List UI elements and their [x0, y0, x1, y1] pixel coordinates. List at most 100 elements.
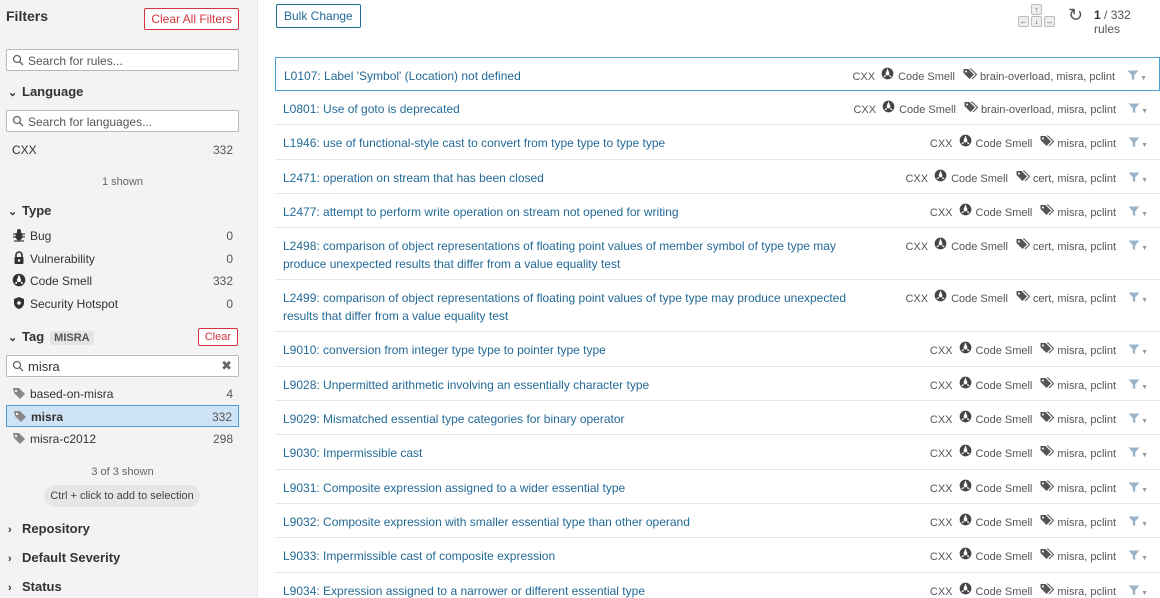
rule-row[interactable]: L2498: comparison of object representati…	[275, 228, 1160, 280]
shield-icon	[14, 297, 24, 309]
similar-rules-filter[interactable]: ▼	[1116, 482, 1148, 496]
tag-item-based-on-misra[interactable]: based-on-misra 4	[6, 383, 239, 405]
facet-item-count: 332	[212, 274, 233, 288]
type-item-security-hotspot[interactable]: Security Hotspot 0	[6, 293, 239, 315]
rule-row[interactable]: L9033: Impermissible cast of composite e…	[275, 538, 1160, 573]
rule-tags[interactable]: misra, pclint	[1057, 414, 1116, 426]
rule-row[interactable]: L0107: Label 'Symbol' (Location) not def…	[275, 57, 1160, 91]
rule-row[interactable]: L9029: Mismatched essential type categor…	[275, 401, 1160, 435]
caret-down-icon: ▼	[1141, 210, 1148, 218]
type-item-vulnerability[interactable]: Vulnerability 0	[6, 248, 239, 270]
rule-tags[interactable]: misra, pclint	[1057, 517, 1116, 529]
rule-tags[interactable]: cert, misra, pclint	[1033, 241, 1116, 253]
facet-title: Status	[22, 579, 62, 594]
rule-title-link[interactable]: L9031: Composite expression assigned to …	[283, 479, 873, 497]
clear-all-filters-button[interactable]: Clear All Filters	[144, 8, 239, 30]
rule-tags[interactable]: cert, misra, pclint	[1033, 173, 1116, 185]
filter-icon	[1128, 516, 1140, 527]
rule-title-link[interactable]: L2498: comparison of object representati…	[283, 237, 873, 273]
similar-rules-filter[interactable]: ▼	[1116, 516, 1148, 530]
caret-down-icon: ▼	[1141, 520, 1148, 528]
rule-title-link[interactable]: L0801: Use of goto is deprecated	[283, 100, 873, 118]
rule-tags[interactable]: misra, pclint	[1057, 586, 1116, 598]
rule-search-input[interactable]: Search for rules...	[6, 49, 239, 71]
type-facet-header[interactable]: ⌄ Type	[8, 203, 51, 218]
rule-tags[interactable]: misra, pclint	[1057, 138, 1116, 150]
reload-icon[interactable]: ↻	[1068, 5, 1083, 26]
similar-rules-filter[interactable]: ▼	[1116, 137, 1148, 151]
rule-title-link[interactable]: L2499: comparison of object representati…	[283, 289, 873, 325]
rule-row[interactable]: L0801: Use of goto is deprecated CXX Code …	[275, 91, 1160, 125]
default-severity-facet-header[interactable]: › Default Severity	[8, 550, 120, 565]
rule-title-link[interactable]: L9033: Impermissible cast of composite e…	[283, 547, 873, 565]
facet-item-label: Vulnerability	[30, 252, 95, 266]
rule-row[interactable]: L9028: Unpermitted arithmetic involving …	[275, 367, 1160, 401]
rule-title-link[interactable]: L1946: use of functional-style cast to c…	[283, 134, 873, 152]
rule-tags[interactable]: misra, pclint	[1057, 345, 1116, 357]
rule-type: Code Smell	[951, 293, 1008, 306]
tag-facet-title: Tag	[22, 329, 45, 344]
rule-tags[interactable]: brain-overload, misra, pclint	[980, 71, 1115, 83]
similar-rules-filter[interactable]: ▼	[1116, 585, 1148, 598]
rule-tags[interactable]: misra, pclint	[1057, 551, 1116, 563]
type-item-code-smell[interactable]: Code Smell 332	[6, 270, 239, 292]
similar-rules-filter[interactable]: ▼	[1116, 172, 1148, 186]
tags-icon	[1016, 238, 1031, 250]
bulk-change-button[interactable]: Bulk Change	[276, 4, 361, 28]
similar-rules-filter[interactable]: ▼	[1116, 206, 1148, 220]
language-facet-title: Language	[22, 84, 84, 99]
similar-rules-filter[interactable]: ▼	[1116, 413, 1148, 427]
similar-rules-filter[interactable]: ▼	[1116, 550, 1148, 564]
rule-row[interactable]: L1946: use of functional-style cast to c…	[275, 125, 1160, 160]
type-item-bug[interactable]: Bug 0	[6, 225, 239, 247]
keyboard-nav-hint: ↑ ← ↓ →	[1018, 4, 1056, 28]
rule-meta: CXX Code Smell misra, pclint ▼	[930, 341, 1148, 357]
tag-facet-header[interactable]: ⌄ Tag MISRA	[8, 329, 94, 345]
clear-tag-button[interactable]: Clear	[197, 328, 238, 346]
rule-tags[interactable]: brain-overload, misra, pclint	[981, 104, 1116, 116]
language-item-cxx[interactable]: CXX 332	[6, 139, 239, 161]
rule-row[interactable]: L2477: attempt to perform write operatio…	[275, 194, 1160, 228]
rule-title-link[interactable]: L9032: Composite expression with smaller…	[283, 513, 873, 531]
similar-rules-filter[interactable]: ▼	[1116, 447, 1148, 461]
rule-row[interactable]: L2471: operation on stream that has been…	[275, 160, 1160, 194]
rule-meta: CXX Code Smell cert, misra, pclint ▼	[905, 169, 1148, 185]
rule-title-link[interactable]: L0107: Label 'Symbol' (Location) not def…	[284, 67, 874, 85]
rule-tags[interactable]: misra, pclint	[1057, 483, 1116, 495]
language-facet-header[interactable]: ⌄ Language	[8, 84, 83, 99]
facet-item-label: misra-c2012	[30, 432, 97, 446]
rule-row[interactable]: L9010: conversion from integer type type…	[275, 332, 1160, 367]
repository-facet-header[interactable]: › Repository	[8, 521, 90, 536]
similar-rules-filter[interactable]: ▼	[1115, 70, 1147, 84]
rule-title-link[interactable]: L2471: operation on stream that has been…	[283, 169, 873, 187]
similar-rules-filter[interactable]: ▼	[1116, 103, 1148, 117]
rule-title-link[interactable]: L9034: Expression assigned to a narrower…	[283, 582, 873, 598]
rule-title-link[interactable]: L9029: Mismatched essential type categor…	[283, 410, 873, 428]
clear-search-icon[interactable]: ✖	[221, 358, 232, 374]
filter-icon	[1128, 240, 1140, 251]
rule-tags[interactable]: misra, pclint	[1057, 207, 1116, 219]
rule-row[interactable]: L9031: Composite expression assigned to …	[275, 470, 1160, 504]
similar-rules-filter[interactable]: ▼	[1116, 379, 1148, 393]
tag-item-misra-c2012[interactable]: misra-c2012 298	[6, 428, 239, 450]
rule-language: CXX	[929, 517, 953, 530]
caret-down-icon: ▼	[1141, 554, 1148, 562]
rule-title-link[interactable]: L9028: Unpermitted arithmetic involving …	[283, 376, 873, 394]
rule-tags[interactable]: misra, pclint	[1057, 448, 1116, 460]
status-facet-header[interactable]: › Status	[8, 579, 62, 594]
rule-title-link[interactable]: L9030: Impermissible cast	[283, 444, 873, 462]
rule-title-link[interactable]: L9010: conversion from integer type type…	[283, 341, 873, 359]
rule-row[interactable]: L9034: Expression assigned to a narrower…	[275, 573, 1160, 598]
similar-rules-filter[interactable]: ▼	[1116, 344, 1148, 358]
rule-tags[interactable]: misra, pclint	[1057, 380, 1116, 392]
tag-search-input[interactable]: misra ✖	[6, 355, 239, 377]
similar-rules-filter[interactable]: ▼	[1116, 240, 1148, 254]
rule-row[interactable]: L9030: Impermissible cast CXX Code Smell mi…	[275, 435, 1160, 470]
similar-rules-filter[interactable]: ▼	[1116, 292, 1148, 306]
rule-title-link[interactable]: L2477: attempt to perform write operatio…	[283, 203, 873, 221]
rule-row[interactable]: L2499: comparison of object representati…	[275, 280, 1160, 332]
rule-tags[interactable]: cert, misra, pclint	[1033, 293, 1116, 305]
language-search-input[interactable]: Search for languages...	[6, 110, 239, 132]
tag-item-misra[interactable]: misra 332	[6, 405, 239, 427]
rule-row[interactable]: L9032: Composite expression with smaller…	[275, 504, 1160, 538]
